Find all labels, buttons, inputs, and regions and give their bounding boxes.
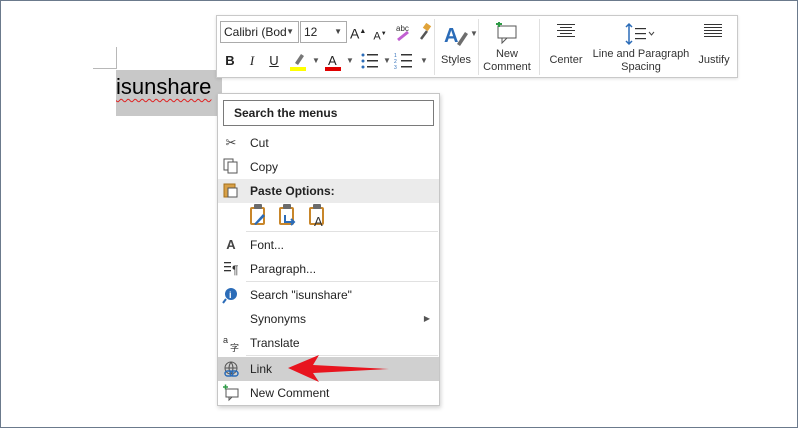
- keep-text-only-icon[interactable]: A: [307, 203, 327, 227]
- paintbrush-icon: [420, 22, 432, 40]
- svg-text:i: i: [229, 290, 232, 300]
- menu-item-label: Copy: [250, 160, 279, 174]
- font-color-button[interactable]: A: [323, 50, 343, 72]
- italic-button[interactable]: I: [245, 52, 259, 70]
- bullets-button[interactable]: [360, 52, 380, 70]
- align-center-icon[interactable]: [556, 22, 576, 44]
- copy-icon: [222, 158, 240, 176]
- menu-item-font[interactable]: A Font...: [218, 233, 439, 257]
- svg-text:3: 3: [394, 65, 397, 70]
- new-comment-icon: [496, 21, 517, 45]
- font-color-swatch: [325, 67, 341, 71]
- new-comment-label: New Comment: [483, 48, 531, 73]
- selected-word[interactable]: isunshare: [116, 72, 211, 102]
- menu-item-label: Link: [250, 362, 273, 376]
- clear-formatting-icon: abc: [396, 24, 409, 42]
- smart-lookup-icon: i: [222, 286, 240, 304]
- chevron-down-icon: ▼: [334, 27, 342, 36]
- submenu-arrow-icon: ▶: [423, 314, 430, 323]
- underline-button[interactable]: U: [267, 52, 281, 70]
- font-size-box[interactable]: 12 ▼: [300, 21, 347, 43]
- menu-item-label: Paragraph...: [250, 262, 317, 276]
- bold-button[interactable]: B: [223, 52, 237, 70]
- margin-guide: [93, 68, 116, 69]
- new-comment-icon: [222, 384, 240, 402]
- bullet-list-icon: [361, 53, 378, 69]
- shrink-font-button[interactable]: A▼: [372, 25, 388, 46]
- font-name-value: Calibri (Bod: [224, 25, 287, 39]
- menu-item-synonyms[interactable]: Synonyms ▶: [218, 307, 439, 331]
- menu-item-paragraph[interactable]: ¶ Paragraph...: [218, 257, 439, 281]
- menu-item-label: Cut: [250, 136, 269, 150]
- keep-source-formatting-icon[interactable]: [248, 203, 268, 227]
- grow-font-button[interactable]: A▲: [350, 23, 366, 43]
- menu-item-label: Synonyms: [250, 312, 307, 326]
- menu-search-box[interactable]: Search the menus: [223, 100, 434, 126]
- highlight-button[interactable]: [288, 50, 310, 72]
- menu-item-label: Font...: [250, 238, 285, 252]
- styles-button[interactable]: A: [441, 22, 473, 50]
- line-spacing-label: Line and Paragraph Spacing: [592, 48, 690, 73]
- toolbar-divider: [539, 19, 540, 75]
- align-justify-icon[interactable]: [703, 22, 723, 44]
- styles-label: Styles: [441, 54, 471, 66]
- font-icon: A: [226, 237, 236, 252]
- clipboard-icon: [222, 182, 240, 200]
- annotation-arrow-icon: [288, 355, 389, 382]
- format-painter-button[interactable]: [416, 22, 434, 42]
- menu-separator: [246, 231, 438, 232]
- numbering-button[interactable]: 1 2 3: [394, 52, 414, 71]
- styles-icon: A: [444, 25, 468, 47]
- chevron-down-icon[interactable]: ▼: [470, 29, 478, 38]
- margin-guide: [116, 47, 117, 69]
- chevron-down-icon[interactable]: ▼: [346, 56, 354, 65]
- menu-separator: [246, 281, 438, 282]
- menu-item-label: Search "isunshare": [250, 288, 352, 302]
- menu-item-search[interactable]: i Search "isunshare": [218, 283, 439, 307]
- font-name-box[interactable]: Calibri (Bod ▼: [220, 21, 299, 43]
- font-size-value: 12: [304, 25, 318, 39]
- menu-item-copy[interactable]: Copy: [218, 155, 439, 179]
- chevron-down-icon[interactable]: ▼: [312, 56, 320, 65]
- numbered-list-icon: 1 2 3: [394, 53, 412, 71]
- menu-item-cut[interactable]: ✂ Cut: [218, 131, 439, 155]
- link-icon: [222, 360, 240, 378]
- merge-formatting-icon[interactable]: [277, 203, 297, 227]
- new-comment-button[interactable]: [494, 21, 520, 46]
- toolbar-divider: [434, 19, 435, 75]
- format-painter-button[interactable]: abc: [395, 22, 413, 42]
- paste-options-header: Paste Options:: [218, 179, 439, 203]
- svg-text:¶: ¶: [232, 263, 238, 276]
- svg-text:字: 字: [230, 342, 239, 352]
- highlighter-icon: [290, 54, 306, 71]
- scissors-icon: ✂: [225, 135, 237, 150]
- center-label: Center: [549, 54, 583, 66]
- line-spacing-icon: [625, 22, 655, 46]
- svg-text:a: a: [223, 335, 228, 345]
- chevron-down-icon: ▼: [286, 27, 294, 36]
- svg-text:A: A: [444, 25, 458, 47]
- justify-label: Justify: [698, 54, 730, 66]
- line-spacing-button[interactable]: [624, 22, 656, 46]
- paragraph-icon: ¶: [222, 260, 240, 278]
- chevron-down-icon[interactable]: ▼: [420, 56, 428, 65]
- translate-icon: a字: [222, 334, 240, 354]
- svg-text:A: A: [314, 214, 323, 227]
- menu-item-label: Paste Options:: [250, 184, 335, 198]
- chevron-down-icon[interactable]: ▼: [383, 56, 391, 65]
